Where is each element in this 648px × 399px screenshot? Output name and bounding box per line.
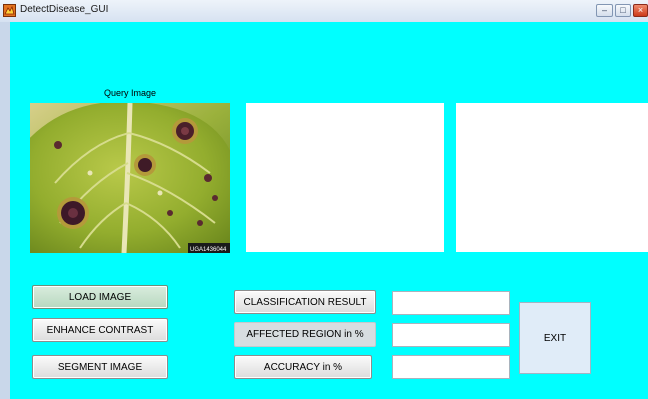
accuracy-button[interactable]: ACCURACY in % [234,355,372,379]
affected-region-label: AFFECTED REGION in % [234,322,376,347]
window-titlebar: DetectDisease_GUI – □ × [0,0,648,23]
image-stamp: UGA1436044 [190,247,227,253]
leaf-image: UGA1436044 [30,103,230,253]
minimize-button[interactable]: – [596,4,613,17]
window-title: DetectDisease_GUI [20,4,109,15]
maximize-button[interactable]: □ [615,4,631,17]
segment-image-button[interactable]: SEGMENT IMAGE [32,355,168,379]
window-frame-left [0,22,10,399]
classification-result-field[interactable] [392,291,510,315]
load-image-button[interactable]: LOAD IMAGE [32,285,168,309]
enhanced-image-axes [246,103,444,252]
enhance-contrast-button[interactable]: ENHANCE CONTRAST [32,318,168,342]
query-image-label: Query Image [104,88,157,98]
classification-result-button[interactable]: CLASSIFICATION RESULT [234,290,376,314]
accuracy-field[interactable] [392,355,510,379]
matlab-icon [3,4,16,17]
exit-button[interactable]: EXIT [519,302,591,374]
query-image: UGA1436044 [30,103,230,253]
affected-region-field[interactable] [392,323,510,347]
segmented-image-axes [456,103,648,252]
close-button[interactable]: × [633,4,648,17]
